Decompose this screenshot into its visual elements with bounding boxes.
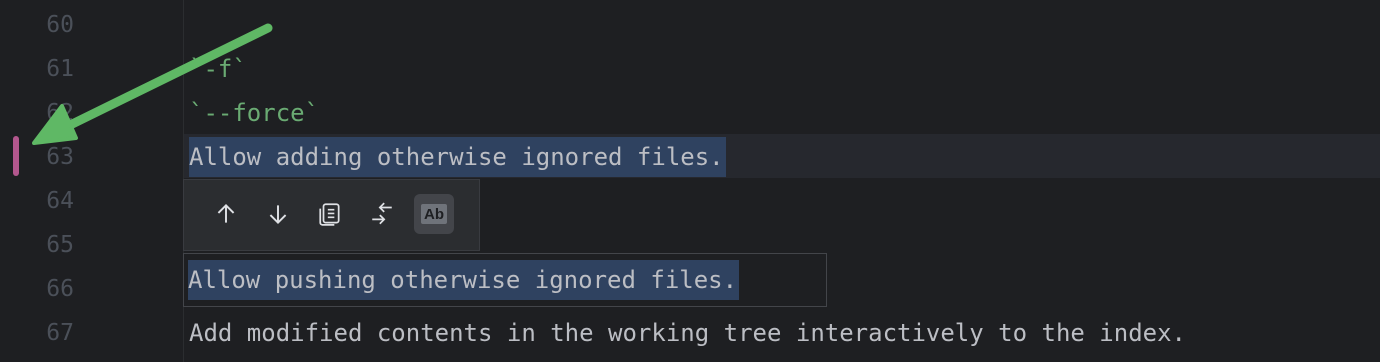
replace-text: Allow pushing otherwise ignored files. (188, 260, 740, 300)
code-line-67: Add modified contents in the working tre… (189, 319, 1186, 347)
line-number-gutter: 60 61 62 63 64 65 66 67 (0, 0, 184, 362)
line-number: 65 (46, 232, 74, 258)
line-number: 66 (46, 276, 74, 302)
replace-preview-field[interactable]: Allow pushing otherwise ignored files. (183, 253, 827, 307)
code-line-61: `-f` (189, 55, 247, 83)
find-replace-toolbar: Ab (183, 179, 480, 251)
vcs-change-marker[interactable] (13, 136, 19, 176)
replace-text-selection: Allow pushing otherwise ignored files. (188, 260, 740, 300)
match-case-icon: Ab (421, 204, 447, 224)
select-all-occurrences-button[interactable] (310, 194, 350, 234)
replace-button[interactable] (362, 194, 402, 234)
line-number: 63 (46, 144, 74, 170)
line-number: 62 (46, 100, 74, 126)
arrow-up-icon (217, 203, 235, 223)
code-line-62: `--force` (189, 99, 320, 127)
line-number: 61 (46, 56, 74, 82)
arrow-down-icon (269, 205, 287, 225)
search-match-selection: Allow adding otherwise ignored files. (189, 137, 726, 177)
code-line-63: Allow adding otherwise ignored files. (189, 137, 726, 177)
copy-occurrences-icon (319, 203, 340, 226)
match-case-toggle[interactable]: Ab (414, 194, 454, 234)
line-number: 60 (46, 12, 74, 38)
line-number: 64 (46, 188, 74, 214)
previous-occurrence-button[interactable] (206, 194, 246, 234)
line-number: 67 (46, 320, 74, 346)
next-occurrence-button[interactable] (258, 194, 298, 234)
replace-icon (372, 202, 392, 225)
